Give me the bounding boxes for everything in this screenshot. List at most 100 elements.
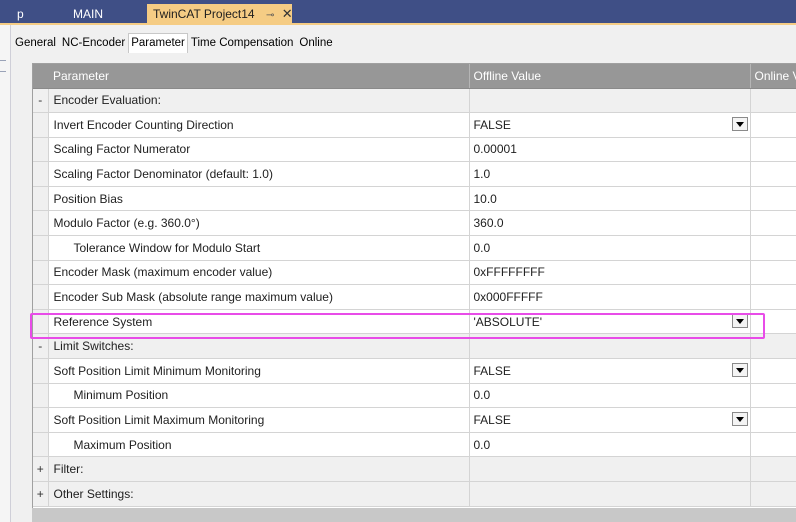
group-row[interactable]: - Encoder Evaluation: [33,88,796,114]
tab-online[interactable]: Online [296,33,335,53]
offline-value: FALSE [473,363,511,378]
offline-value: 360.0 [473,216,504,231]
offline-value: FALSE [473,413,511,428]
parameter-row[interactable]: Minimum Position 0.0 [33,383,796,409]
offline-value: FALSE [473,117,511,132]
left-panel-edge [0,0,11,522]
header-expander-cell [33,64,48,89]
group-row[interactable]: + Filter: [33,456,796,482]
row-gutter [33,432,49,458]
parameter-name: Encoder Mask (maximum encoder value) [48,260,469,286]
grid-header-row: Parameter Offline Value Online V [33,64,796,89]
parameter-name: Position Bias [48,186,469,212]
parameter-row[interactable]: Position Bias 10.0 [33,186,796,212]
offline-value-cell[interactable]: 0.0 [468,383,750,409]
document-tab-bar: p MAIN TwinCAT Project14 ⊸ ✕ [0,0,796,25]
offline-value: 0.00001 [473,142,517,157]
dropdown-arrow-icon[interactable] [731,313,748,328]
parameter-row[interactable]: Soft Position Limit Minimum Monitoring FA… [33,358,796,384]
close-icon[interactable]: ✕ [282,4,293,24]
parameter-row[interactable]: Modulo Factor (e.g. 360.0°) 360.0 [33,210,796,237]
row-gutter [33,383,49,409]
online-value-cell [749,383,796,409]
parameter-row[interactable]: Soft Position Limit Maximum Monitoring FA… [33,407,796,433]
offline-value-cell[interactable]: 360.0 [468,210,750,237]
property-tab-strip: General NC-Encoder Parameter Time Compen… [12,33,336,53]
expand-toggle[interactable]: + [33,456,49,482]
row-gutter [33,186,49,212]
offline-value-cell [468,456,750,482]
parameter-row[interactable]: Tolerance Window for Modulo Start 0.0 [33,235,796,261]
encoder-editor: General NC-Encoder Parameter Time Compen… [12,27,796,522]
tab-nc-encoder[interactable]: NC-Encoder [59,33,128,53]
tab-general[interactable]: General [12,33,59,53]
offline-value-cell[interactable]: 0.00001 [468,137,750,163]
parameter-name: Encoder Sub Mask (absolute range maximum… [48,284,469,310]
doc-tab-main[interactable]: MAIN [63,4,147,25]
offline-value-cell[interactable]: 0xFFFFFFFF [468,260,750,286]
offline-value-cell[interactable]: 'ABSOLUTE' [468,309,750,335]
header-online-value[interactable]: Online V [749,64,796,89]
doc-tab-twincat-project14[interactable]: TwinCAT Project14 ⊸ ✕ [147,4,293,26]
group-row[interactable]: - Limit Switches: [33,333,796,360]
pin-icon[interactable]: ⊸ [266,6,274,26]
online-value-cell [749,235,796,261]
group-label: Filter: [48,456,469,482]
parameter-table: Parameter Offline Value Online V - Encode… [33,64,796,507]
offline-value-cell[interactable]: FALSE [468,112,750,138]
parameter-name: Scaling Factor Numerator [48,137,469,163]
offline-value-cell[interactable]: 0.0 [468,432,750,458]
offline-value-cell[interactable]: FALSE [468,358,750,384]
header-offline-value[interactable]: Offline Value [468,64,750,89]
group-label: Encoder Evaluation: [48,88,469,114]
offline-value-cell[interactable]: 10.0 [468,186,750,212]
parameter-name: Invert Encoder Counting Direction [48,112,469,138]
parameter-row[interactable]: Encoder Mask (maximum encoder value) 0xFF… [33,260,796,286]
header-parameter[interactable]: Parameter [48,64,469,89]
dropdown-arrow-icon[interactable] [731,363,748,378]
offline-value-cell [468,333,750,360]
expand-toggle[interactable]: - [33,88,49,114]
row-gutter [33,309,49,335]
online-value-cell [749,333,796,360]
group-label: Other Settings: [48,481,469,507]
dropdown-arrow-icon[interactable] [731,117,748,132]
parameter-row[interactable]: Scaling Factor Denominator (default: 1.0… [33,161,796,187]
offline-value-cell[interactable]: 0.0 [468,235,750,261]
offline-value-cell[interactable]: 1.0 [468,161,750,187]
expand-toggle[interactable]: + [33,481,49,507]
online-value-cell [749,186,796,212]
online-value-cell [749,407,796,433]
offline-value: 0.0 [473,437,491,452]
offline-value-cell[interactable]: 0x000FFFFF [468,284,750,310]
row-gutter [33,407,49,433]
offline-value: 1.0 [473,167,491,182]
row-gutter [33,161,49,187]
row-gutter [33,235,49,261]
row-gutter [33,210,49,237]
offline-value: 0x000FFFFF [473,290,543,305]
parameter-row[interactable]: Maximum Position 0.0 [33,432,796,458]
online-value-cell [749,456,796,482]
tab-parameter[interactable]: Parameter [128,33,188,53]
online-value-cell [749,358,796,384]
online-value-cell [749,432,796,458]
online-value-cell [749,161,796,187]
group-row[interactable]: + Other Settings: [33,481,796,507]
parameter-row[interactable]: Scaling Factor Numerator 0.00001 [33,137,796,163]
offline-value-cell [468,481,750,507]
expand-toggle[interactable]: - [33,333,49,360]
dropdown-arrow-icon[interactable] [731,412,748,427]
parameter-row[interactable]: Reference System 'ABSOLUTE' [33,309,796,335]
online-value-cell [749,309,796,335]
parameter-row[interactable]: Invert Encoder Counting Direction FALSE [33,112,796,138]
parameter-name: Reference System [48,309,469,335]
offline-value: 0.0 [473,240,491,255]
doc-tab-p[interactable]: p [9,4,61,25]
parameter-grid: Parameter Offline Value Online V - Encode… [32,63,796,522]
parameter-row[interactable]: Encoder Sub Mask (absolute range maximum… [33,284,796,310]
tab-time-compensation[interactable]: Time Compensation [188,33,296,53]
parameter-name: Soft Position Limit Minimum Monitoring [48,358,469,384]
offline-value-cell[interactable]: FALSE [468,407,750,433]
offline-value: 0xFFFFFFFF [473,265,545,280]
